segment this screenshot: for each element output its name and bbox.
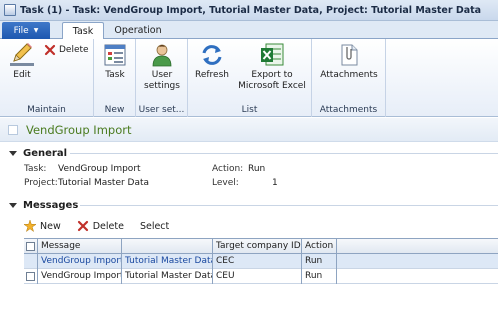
grid-new-button[interactable]: New <box>24 220 61 232</box>
cell-action[interactable]: Run <box>302 269 337 284</box>
action-value[interactable]: Run <box>248 164 265 174</box>
delete-x-icon <box>44 44 56 56</box>
project-label: Project: <box>24 178 58 188</box>
record-marker <box>8 125 18 135</box>
level-label: Level: <box>212 178 239 188</box>
ribbon-group-maintain: Edit Delete Maintain <box>0 39 94 117</box>
column-header-message[interactable]: Message <box>38 239 122 254</box>
tab-operation[interactable]: Operation <box>110 22 166 39</box>
select-all-cell[interactable] <box>24 239 38 254</box>
edit-button[interactable]: Edit <box>8 43 36 81</box>
row-checkbox[interactable] <box>26 272 35 281</box>
cell-project[interactable]: Tutorial Master Data <box>122 269 213 284</box>
pencil-icon <box>10 43 34 66</box>
task-value[interactable]: VendGroup Import <box>58 164 141 174</box>
collapse-triangle-icon <box>9 150 17 156</box>
delete-x-icon <box>77 220 88 232</box>
delete-button[interactable]: Delete <box>44 44 89 56</box>
ribbon-group-new: Task New <box>94 39 136 117</box>
divider <box>70 153 498 154</box>
user-settings-line2: settings <box>144 81 180 91</box>
ribbon-group-list: Refresh Export to Microsoft Excel List <box>188 39 312 117</box>
collapse-triangle-icon <box>9 202 17 208</box>
attachments-button[interactable]: Attachments <box>316 43 382 81</box>
grid-select-button[interactable]: Select <box>140 221 169 232</box>
fasttab-messages-label: Messages <box>23 199 79 211</box>
action-label: Action: <box>212 164 244 174</box>
task-label: Task: <box>24 164 47 174</box>
file-tab[interactable]: File ▼ <box>2 22 50 39</box>
cell-message[interactable]: VendGroup Import <box>38 269 122 284</box>
new-star-icon <box>24 220 36 232</box>
table-row[interactable]: VendGroup Import Tutorial Master Data CE… <box>24 269 498 284</box>
user-icon <box>152 44 172 67</box>
delete-button-label: Delete <box>59 45 89 55</box>
cell-filler <box>337 254 498 269</box>
ribbon-tab-row: File ▼ Task Operation <box>0 21 498 40</box>
edit-button-label: Edit <box>13 70 31 80</box>
column-header-filler <box>337 239 498 254</box>
refresh-button[interactable]: Refresh <box>194 43 230 81</box>
window-title: Task (1) - Task: VendGroup Import, Tutor… <box>20 4 482 16</box>
refresh-button-label: Refresh <box>195 70 229 80</box>
record-header: VendGroup Import <box>0 118 498 142</box>
group-label-maintain: Maintain <box>27 105 66 115</box>
messages-toolbar: New Delete Select <box>24 218 169 234</box>
grid-select-label: Select <box>139 220 170 232</box>
column-header-action[interactable]: Action <box>302 239 337 254</box>
export-to-excel-button[interactable]: Export to Microsoft Excel <box>234 43 310 92</box>
user-settings-line1: User <box>151 70 173 80</box>
task-list-icon <box>104 44 126 66</box>
group-label-attachments: Attachments <box>319 105 378 115</box>
new-task-button[interactable]: Task <box>102 43 128 81</box>
column-header-project[interactable] <box>122 239 213 254</box>
grid-new-label: New <box>40 220 61 232</box>
messages-grid: Message Target company ID Action VendGro… <box>24 238 498 284</box>
table-row[interactable]: VendGroup Import Tutorial Master Data CE… <box>24 254 498 269</box>
project-value[interactable]: Tutorial Master Data <box>58 178 149 188</box>
cell-action[interactable]: Run <box>302 254 337 269</box>
level-value[interactable]: 1 <box>272 178 278 188</box>
new-task-button-label: Task <box>105 70 125 80</box>
refresh-icon <box>202 45 222 65</box>
title-bar: Task (1) - Task: VendGroup Import, Tutor… <box>0 0 498 21</box>
grid-delete-label: Delete <box>92 220 124 232</box>
paperclip-document-icon <box>341 44 358 66</box>
fasttab-general[interactable]: General <box>0 146 498 160</box>
select-all-checkbox[interactable] <box>26 242 35 251</box>
group-label-user-setup: User set... <box>138 105 185 115</box>
cell-project[interactable]: Tutorial Master Data <box>122 254 213 269</box>
divider <box>80 205 498 206</box>
user-settings-button[interactable]: User settings <box>142 43 182 92</box>
cell-target-company[interactable]: CEC <box>213 254 302 269</box>
column-header-target-company[interactable]: Target company ID <box>213 239 302 254</box>
excel-icon <box>261 43 284 66</box>
ribbon-group-user-setup: User settings User set... <box>136 39 188 117</box>
grid-header-row: Message Target company ID Action <box>24 239 498 254</box>
file-tab-label: File <box>13 25 29 36</box>
export-line2: Microsoft Excel <box>238 81 306 91</box>
export-line1: Export to <box>251 70 293 80</box>
group-label-new: New <box>104 105 125 115</box>
chevron-down-icon: ▼ <box>33 27 39 34</box>
ribbon-group-attachments: Attachments Attachments <box>312 39 386 117</box>
fasttab-general-label: General <box>23 147 67 159</box>
window-icon <box>4 4 16 16</box>
group-label-list: List <box>241 105 258 115</box>
record-title: VendGroup Import <box>26 123 132 137</box>
attachments-button-label: Attachments <box>320 70 378 80</box>
grid-delete-button[interactable]: Delete <box>77 220 124 232</box>
row-checkbox-cell[interactable] <box>24 269 38 284</box>
cell-filler <box>337 269 498 284</box>
tab-task[interactable]: Task <box>62 22 104 40</box>
ribbon: Edit Delete Maintain Task New User setti… <box>0 39 498 117</box>
row-selector[interactable] <box>24 254 38 269</box>
fasttab-messages[interactable]: Messages <box>0 198 498 212</box>
cell-target-company[interactable]: CEU <box>213 269 302 284</box>
cell-message[interactable]: VendGroup Import <box>38 254 122 269</box>
